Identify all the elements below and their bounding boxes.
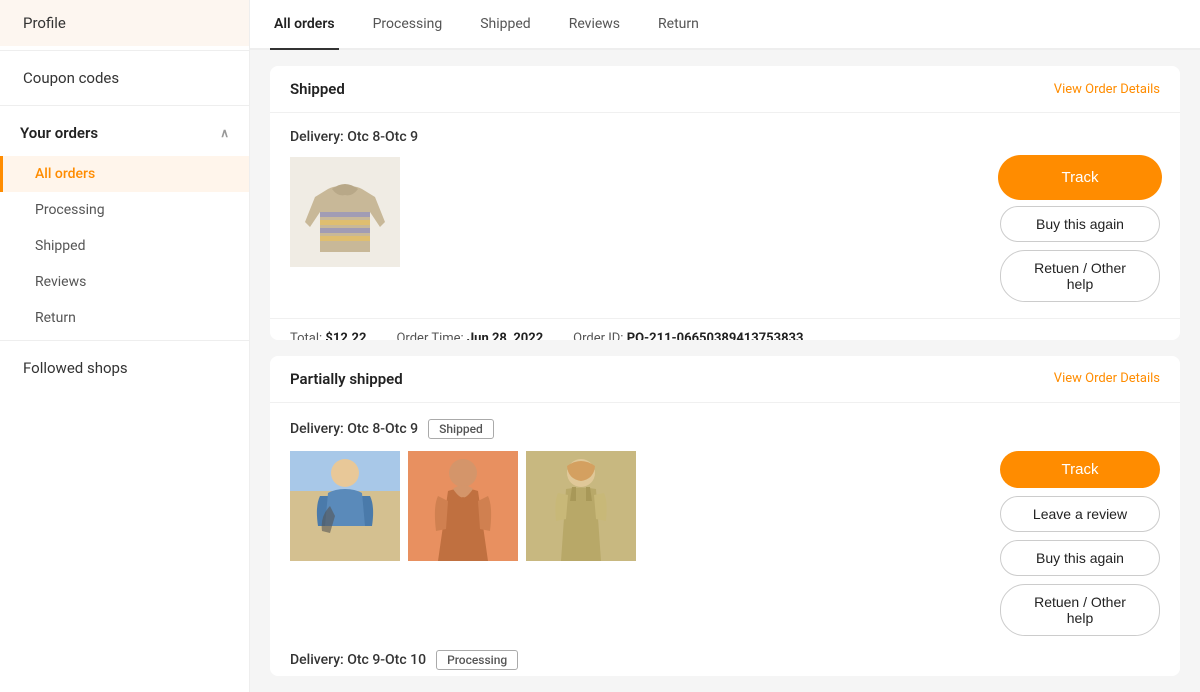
- order-2-actions: Track Leave a review Buy this again Retu…: [990, 451, 1160, 636]
- leave-review-button-2[interactable]: Leave a review: [1000, 496, 1160, 532]
- sidebar-item-coupon-codes[interactable]: Coupon codes: [0, 55, 249, 101]
- view-order-details-1[interactable]: View Order Details: [1054, 82, 1160, 97]
- order-card-2-header: Partially shipped View Order Details: [270, 356, 1180, 403]
- buy-again-button-1[interactable]: Buy this again: [1000, 206, 1160, 242]
- view-order-details-2[interactable]: View Order Details: [1054, 371, 1160, 386]
- tab-shipped[interactable]: Shipped: [476, 0, 534, 50]
- order-1-total: Total: $12.22: [290, 331, 366, 340]
- sidebar-item-followed-shops[interactable]: Followed shops: [0, 345, 249, 391]
- sidebar-item-your-orders[interactable]: Your orders ∧: [0, 110, 249, 156]
- main-content: All orders Processing Shipped Reviews Re…: [250, 0, 1200, 692]
- tab-reviews[interactable]: Reviews: [565, 0, 624, 50]
- order-2-badge-processing: Processing: [436, 650, 518, 670]
- orders-area: Shipped View Order Details Delivery: Otc…: [250, 50, 1200, 692]
- return-help-button-2[interactable]: Retuen / Other help: [1000, 584, 1160, 636]
- sidebar-sub-item-shipped[interactable]: Shipped: [0, 228, 249, 264]
- product-image-sweater: [290, 157, 400, 267]
- order-2-content: Track Leave a review Buy this again Retu…: [290, 451, 1160, 636]
- order-card-1: Shipped View Order Details Delivery: Otc…: [270, 66, 1180, 340]
- sidebar-profile-label: Profile: [23, 14, 66, 32]
- sidebar-followed-label: Followed shops: [23, 359, 128, 377]
- order-2-badge-shipped: Shipped: [428, 419, 494, 439]
- tab-processing[interactable]: Processing: [369, 0, 447, 50]
- order-1-status: Shipped: [290, 80, 345, 98]
- sidebar-sub-item-return[interactable]: Return: [0, 300, 249, 336]
- order-1-actions: Track Buy this again Retuen / Other help: [990, 157, 1160, 302]
- sidebar-divider-3: [0, 340, 249, 341]
- product-image-model1: [290, 451, 400, 561]
- chevron-up-icon: ∧: [220, 126, 229, 140]
- order-1-footer: Total: $12.22 Order Time: Jun 28, 2022 O…: [270, 318, 1180, 340]
- sidebar-orders-label: Your orders: [20, 124, 98, 142]
- sidebar-sub-item-reviews[interactable]: Reviews: [0, 264, 249, 300]
- track-button-1[interactable]: Track: [1000, 157, 1160, 198]
- order-1-delivery: Delivery: Otc 8-Otc 9: [290, 129, 1160, 145]
- order-1-body: Delivery: Otc 8-Otc 9: [270, 113, 1180, 318]
- tabs-bar: All orders Processing Shipped Reviews Re…: [250, 0, 1200, 50]
- product-image-model2: [408, 451, 518, 561]
- order-2-delivery2-text: Delivery: Otc 9-Otc 10: [290, 652, 426, 668]
- order-card-2: Partially shipped View Order Details Del…: [270, 356, 1180, 676]
- sidebar-item-profile[interactable]: Profile: [0, 0, 249, 46]
- sidebar-sub-item-processing[interactable]: Processing: [0, 192, 249, 228]
- order-1-images: [290, 157, 400, 267]
- order-2-images: [290, 451, 636, 561]
- order-1-content: Track Buy this again Retuen / Other help: [290, 157, 1160, 302]
- buy-again-button-2[interactable]: Buy this again: [1000, 540, 1160, 576]
- return-help-button-1[interactable]: Retuen / Other help: [1000, 250, 1160, 302]
- order-2-delivery2: Delivery: Otc 9-Otc 10 Processing: [290, 650, 1160, 670]
- order-2-delivery: Delivery: Otc 8-Otc 9 Shipped: [290, 419, 1160, 439]
- sidebar-sub-item-all-orders[interactable]: All orders: [0, 156, 249, 192]
- sidebar-divider-2: [0, 105, 249, 106]
- sidebar: Profile Coupon codes Your orders ∧ All o…: [0, 0, 250, 692]
- order-2-body: Delivery: Otc 8-Otc 9 Shipped: [270, 403, 1180, 676]
- product-image-model3: [526, 451, 636, 561]
- order-1-id: Order ID: PO-211-06650389413753833: [573, 331, 803, 340]
- tab-all-orders[interactable]: All orders: [270, 0, 339, 50]
- tab-return[interactable]: Return: [654, 0, 703, 50]
- sidebar-coupon-label: Coupon codes: [23, 69, 119, 87]
- sidebar-divider-1: [0, 50, 249, 51]
- order-1-delivery-text: Delivery: Otc 8-Otc 9: [290, 129, 418, 145]
- order-1-time: Order Time: Jun 28, 2022: [396, 331, 543, 340]
- order-2-status: Partially shipped: [290, 370, 403, 388]
- order-card-1-header: Shipped View Order Details: [270, 66, 1180, 113]
- order-2-delivery-text: Delivery: Otc 8-Otc 9: [290, 421, 418, 437]
- track-button-2[interactable]: Track: [1000, 451, 1160, 488]
